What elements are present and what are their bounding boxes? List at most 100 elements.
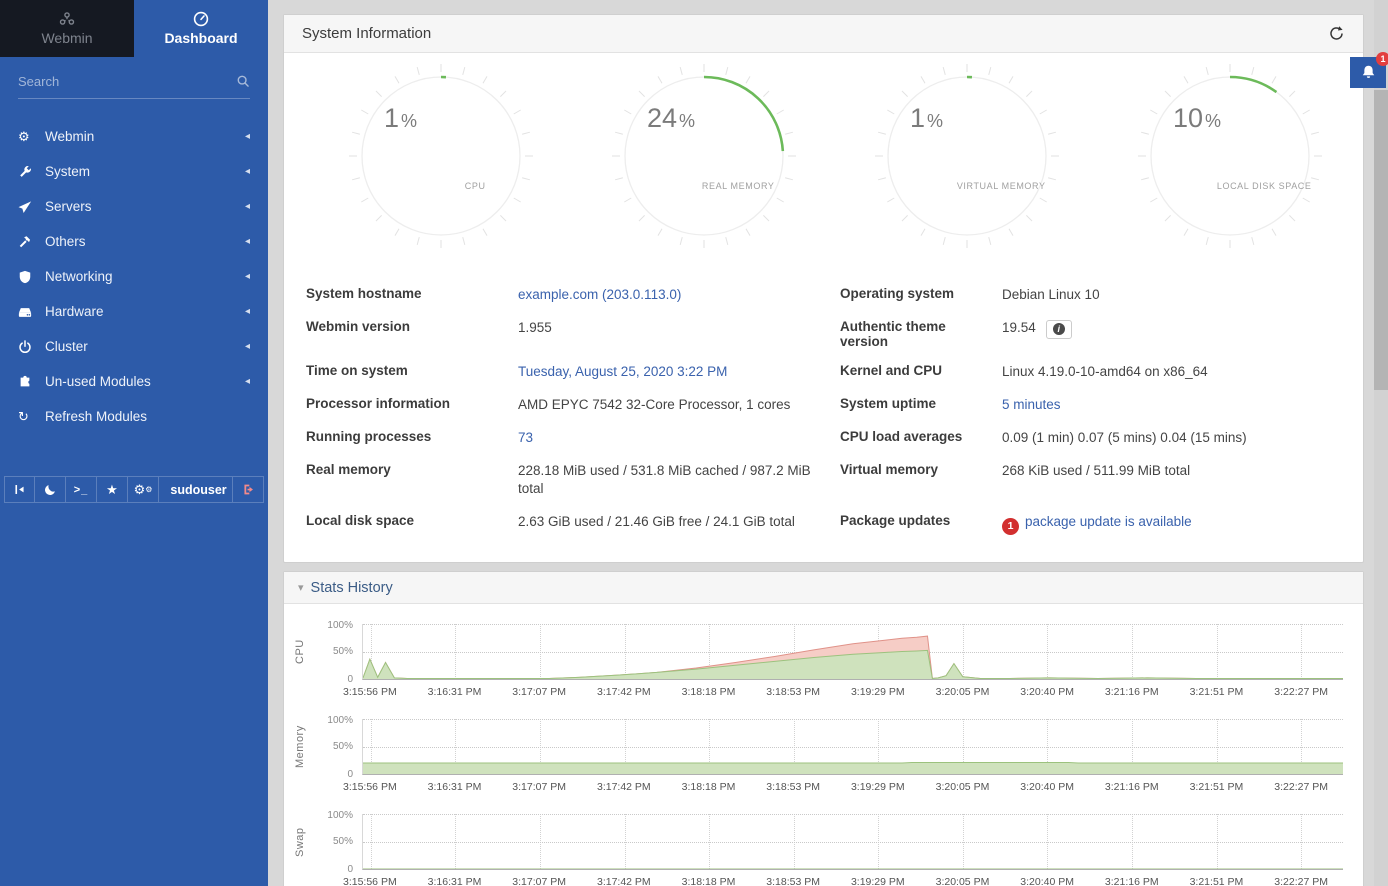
y-tick-label: 0 xyxy=(347,674,353,685)
scrollbar-thumb[interactable] xyxy=(1374,90,1388,390)
x-tick-label: 3:15:56 PM xyxy=(343,876,397,886)
system-information-panel: System Information 1% CPU 24% REAL MEMOR… xyxy=(283,14,1364,563)
gauge-virtual-memory: 1% VIRTUAL MEMORY xyxy=(872,61,1062,251)
y-tick-label: 0 xyxy=(347,769,353,780)
favorites-button[interactable]: ★ xyxy=(97,477,128,502)
x-tick-label: 3:17:42 PM xyxy=(597,781,651,793)
notification-count-badge: 1 xyxy=(1376,52,1388,66)
puzzle-icon xyxy=(18,375,45,389)
tab-dashboard-label: Dashboard xyxy=(164,30,237,46)
x-tick-label: 3:20:40 PM xyxy=(1020,876,1074,886)
tab-webmin[interactable]: Webmin xyxy=(0,0,134,57)
sidebar-tabs: Webmin Dashboard xyxy=(0,0,268,57)
y-axis-labels: 100%50%0 xyxy=(316,719,362,775)
tab-dashboard[interactable]: Dashboard xyxy=(134,0,268,57)
collapse-sidebar-button[interactable] xyxy=(4,477,35,502)
x-tick-label: 3:21:51 PM xyxy=(1190,876,1244,886)
refresh-page-icon[interactable] xyxy=(1328,25,1345,42)
info-value-link[interactable]: 5 minutes xyxy=(1002,397,1061,412)
info-value-text: 19.54 xyxy=(1002,320,1036,335)
sidebar-item-label: System xyxy=(45,164,90,179)
terminal-button[interactable]: >_ xyxy=(66,477,97,502)
x-tick-label: 3:20:05 PM xyxy=(936,876,990,886)
caret-left-icon: ◂ xyxy=(245,236,250,247)
info-value-text: Debian Linux 10 xyxy=(1002,287,1100,302)
info-value: 1 package update is available xyxy=(1002,506,1341,542)
chart-plot-area xyxy=(362,624,1343,680)
x-tick-label: 3:16:31 PM xyxy=(428,876,482,886)
search-icon[interactable] xyxy=(236,74,250,93)
shield-icon xyxy=(18,270,45,284)
info-value-link[interactable]: Tuesday, August 25, 2020 3:22 PM xyxy=(518,364,727,379)
logout-icon xyxy=(242,483,255,496)
info-value-link[interactable]: 73 xyxy=(518,430,533,445)
gauge-value: 1% xyxy=(910,103,943,134)
night-mode-button[interactable] xyxy=(35,477,66,502)
gear-icon: ⚙ xyxy=(18,129,45,145)
x-tick-label: 3:20:05 PM xyxy=(936,781,990,793)
x-tick-label: 3:18:18 PM xyxy=(682,781,736,793)
gauge-icon xyxy=(193,11,209,27)
info-value: 2.63 GiB used / 21.46 GiB free / 24.1 Gi… xyxy=(518,506,840,542)
sidebar-item-label: Un-used Modules xyxy=(45,374,151,389)
caret-left-icon: ◂ xyxy=(245,341,250,352)
sidebar-item-label: Refresh Modules xyxy=(45,409,147,424)
info-value-link[interactable]: example.com (203.0.113.0) xyxy=(518,287,681,302)
sidebar-item-refresh-modules[interactable]: ↻ Refresh Modules xyxy=(0,399,268,434)
info-value: 1.955 xyxy=(518,312,840,356)
x-tick-label: 3:19:29 PM xyxy=(851,781,905,793)
main-content: System Information 1% CPU 24% REAL MEMOR… xyxy=(268,0,1388,886)
sidebar: Webmin Dashboard ⚙ Webmin ◂ xyxy=(0,0,268,886)
system-info-table: System hostnameexample.com (203.0.113.0)… xyxy=(306,279,1341,542)
sidebar-footer: >_ ★ ⚙⚙ sudouser xyxy=(4,476,264,503)
chart-axis-title: CPU xyxy=(284,624,316,680)
sidebar-item-label: Webmin xyxy=(45,129,94,144)
caret-left-icon: ◂ xyxy=(245,201,250,212)
info-label: Time on system xyxy=(306,356,518,389)
logout-button[interactable] xyxy=(233,477,264,502)
x-tick-label: 3:18:53 PM xyxy=(766,781,820,793)
x-tick-label: 3:17:07 PM xyxy=(512,876,566,886)
info-label: CPU load averages xyxy=(840,422,1002,455)
settings-button[interactable]: ⚙⚙ xyxy=(128,477,159,502)
page-scrollbar xyxy=(1374,0,1388,886)
sidebar-item-hardware[interactable]: Hardware ◂ xyxy=(0,294,268,329)
sidebar-item-system[interactable]: System ◂ xyxy=(0,154,268,189)
gauge-real-memory: 24% REAL MEMORY xyxy=(609,61,799,251)
x-tick-label: 3:22:27 PM xyxy=(1274,686,1328,698)
sidebar-item-cluster[interactable]: Cluster ◂ xyxy=(0,329,268,364)
memory-history-chart: Memory 100%50%0 3:15:56 PM3:16:31 PM3:17… xyxy=(284,719,1343,797)
x-tick-label: 3:21:51 PM xyxy=(1190,686,1244,698)
info-label: Running processes xyxy=(306,422,518,455)
x-tick-label: 3:20:05 PM xyxy=(936,686,990,698)
package-count-badge: 1 xyxy=(1002,518,1019,535)
stats-charts: CPU 100%50%0 3:15:56 PM 3:16:31 PM 3:17:07… xyxy=(284,604,1363,886)
user-menu-button[interactable]: sudouser xyxy=(159,477,233,502)
x-tick-label: 3:19:29 PM xyxy=(851,686,905,698)
caret-down-icon: ▾ xyxy=(298,581,304,594)
chart-axis-title: Swap xyxy=(284,814,316,870)
stats-history-title: Stats History xyxy=(311,580,393,596)
info-icon: i xyxy=(1053,323,1065,335)
search-input[interactable] xyxy=(18,74,222,89)
notifications-button[interactable]: 1 xyxy=(1350,57,1386,88)
gauges-row: 1% CPU 24% REAL MEMORY 1% VIRTUAL MEMORY… xyxy=(284,53,1363,253)
x-tick-label: 3:21:16 PM xyxy=(1105,686,1159,698)
x-tick-label: 3:17:42 PM xyxy=(597,876,651,886)
sidebar-item-webmin[interactable]: ⚙ Webmin ◂ xyxy=(0,119,268,154)
sidebar-item-networking[interactable]: Networking ◂ xyxy=(0,259,268,294)
y-tick-label: 0 xyxy=(347,864,353,875)
theme-info-button[interactable]: i xyxy=(1046,320,1072,339)
x-tick-label: 3:15:56 PM xyxy=(343,686,397,698)
info-value-text: 0.09 (1 min) 0.07 (5 mins) 0.04 (15 mins… xyxy=(1002,430,1247,445)
info-value-link[interactable]: package update is available xyxy=(1025,514,1192,529)
sidebar-item-others[interactable]: Others ◂ xyxy=(0,224,268,259)
info-value-text: AMD EPYC 7542 32-Core Processor, 1 cores xyxy=(518,397,790,412)
sidebar-item-unused-modules[interactable]: Un-used Modules ◂ xyxy=(0,364,268,399)
sidebar-item-servers[interactable]: Servers ◂ xyxy=(0,189,268,224)
stats-history-header[interactable]: ▾ Stats History xyxy=(284,572,1363,604)
hdd-icon xyxy=(18,305,45,319)
sidebar-item-label: Cluster xyxy=(45,339,88,354)
y-tick-label: 100% xyxy=(327,810,353,821)
info-value: 268 KiB used / 511.99 MiB total xyxy=(1002,455,1341,507)
